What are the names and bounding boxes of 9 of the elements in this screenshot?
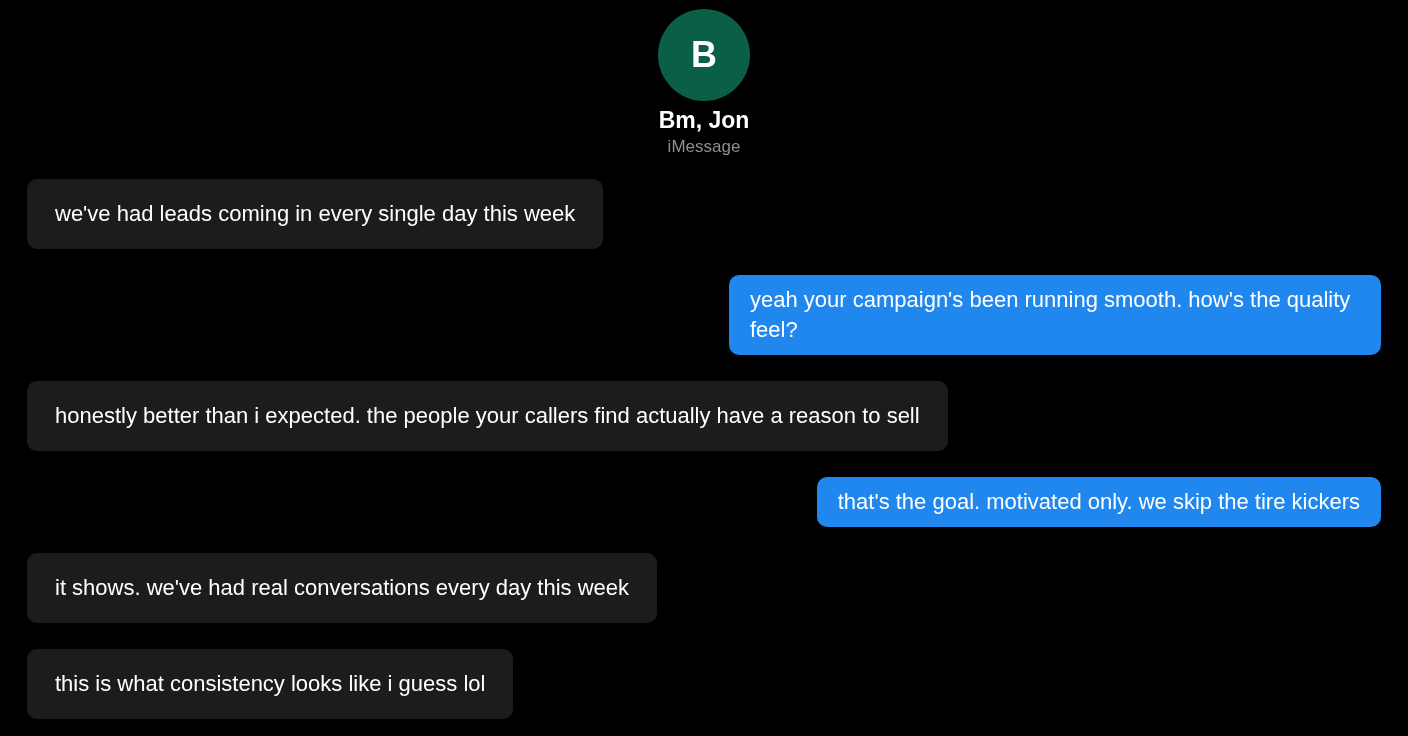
received-message: we've had leads coming in every single day this week bbox=[27, 179, 604, 249]
contact-avatar: B bbox=[658, 9, 750, 101]
sent-message: yeah your campaign's been running smooth. how's the quality feel? bbox=[729, 275, 1381, 355]
service-label: iMessage bbox=[667, 137, 741, 157]
received-message: this is what consistency looks like i guess lol bbox=[27, 649, 514, 719]
received-message: it shows. we've had real conversations every day this week bbox=[27, 553, 658, 623]
contact-name: Bm, Jon bbox=[658, 107, 750, 134]
sent-message: that's the goal. motivated only. we skip the tire kickers bbox=[816, 477, 1381, 527]
received-message: honestly better than i expected. the people your callers find actually have a reason to sell bbox=[27, 381, 948, 451]
